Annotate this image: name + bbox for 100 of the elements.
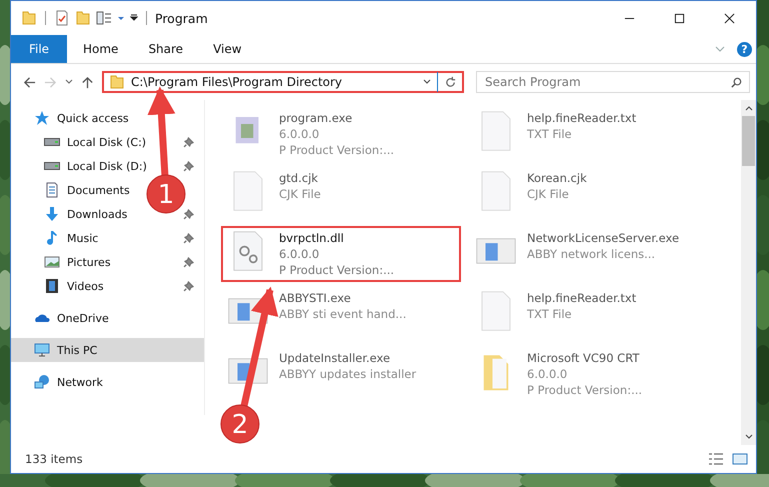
search-icon	[730, 76, 743, 89]
music-icon	[44, 230, 60, 246]
nav-label: Music	[67, 232, 98, 244]
file-detail: CJK File	[527, 186, 570, 202]
scroll-up-icon[interactable]	[744, 105, 752, 111]
file-detail: P Product Version:...	[279, 142, 394, 158]
file-item[interactable]: Korean.cjk CJK File	[469, 166, 709, 222]
dropdown-icon[interactable]	[423, 79, 431, 85]
file-detail: TXT File	[527, 306, 573, 322]
details-view-icon[interactable]	[708, 452, 724, 466]
file-name: Microsoft VC90 CRT	[527, 350, 640, 366]
file-detail: 6.0.0.0	[527, 366, 568, 382]
network-icon	[34, 374, 50, 390]
up-arrow-icon[interactable]	[81, 76, 94, 88]
search-field[interactable]: Search Program	[476, 71, 750, 93]
help-icon[interactable]: ?	[737, 42, 752, 56]
pictures-icon	[44, 254, 60, 270]
address-path: C:\Program Files\Program Directory	[131, 75, 344, 89]
nav-label: This PC	[57, 344, 98, 356]
pin-icon[interactable]	[183, 256, 194, 268]
file-item[interactable]: NetworkLicenseServer.exe ABBY network licens...	[469, 226, 709, 282]
scroll-thumb[interactable]	[742, 116, 755, 166]
nav-label: Documents	[67, 184, 130, 196]
caret-icon[interactable]	[117, 14, 125, 22]
videos-icon	[44, 278, 60, 294]
file-detail: P Product Version:...	[527, 382, 642, 398]
pin-icon[interactable]	[183, 208, 194, 220]
nav-item[interactable]: OneDrive	[11, 306, 204, 330]
file-name: program.exe	[279, 110, 354, 126]
file-item[interactable]: UpdateInstaller.exe ABBYY updates installer	[221, 346, 461, 402]
refresh-icon[interactable]	[444, 76, 457, 88]
file-name: Korean.cjk	[527, 170, 587, 186]
nav-label: Pictures	[67, 256, 111, 268]
file-name: UpdateInstaller.exe	[279, 350, 392, 366]
pin-icon[interactable]	[183, 232, 194, 244]
nav-item[interactable]: Pictures	[11, 250, 121, 274]
ribbon-tab[interactable]: Share	[134, 35, 198, 63]
nav-label: Network	[57, 376, 103, 388]
nav-label: Quick access	[57, 112, 129, 124]
pin-icon[interactable]	[183, 280, 194, 292]
file-item[interactable]: help.fineReader.txt TXT File	[469, 286, 709, 342]
file-detail: 6.0.0.0	[279, 246, 320, 262]
pin-icon[interactable]	[183, 160, 194, 172]
scroll-down-icon[interactable]	[744, 434, 752, 440]
nav-item[interactable]: Videos	[11, 274, 114, 298]
nav-label: Local Disk (D:)	[67, 160, 147, 172]
file-item[interactable]: program.exe 6.0.0.0 P Product Version:...	[221, 106, 461, 162]
nav-label: Local Disk (C:)	[67, 136, 146, 148]
pin-icon[interactable]	[183, 136, 194, 148]
star-icon	[34, 110, 50, 126]
pc-icon	[34, 342, 50, 358]
nav-item[interactable]: Local Disk (D:)	[11, 154, 157, 178]
customize-icon[interactable]	[130, 14, 138, 22]
file-detail: 6.0.0.0	[279, 126, 320, 142]
file-item[interactable]: Microsoft VC90 CRT 6.0.0.0 P Product Version:...	[469, 346, 709, 402]
nav-item[interactable]: Music	[11, 226, 108, 250]
file-name: NetworkLicenseServer.exe	[527, 230, 680, 246]
file-name: ABBYSTI.exe	[279, 290, 352, 306]
file-item[interactable]: help.fineReader.txt TXT File	[469, 106, 709, 162]
nav-label: Downloads	[67, 208, 128, 220]
ribbon-tab[interactable]: Home	[69, 35, 132, 63]
file-item[interactable]: gtd.cjk CJK File	[221, 166, 461, 222]
file-detail: CJK File	[279, 186, 321, 202]
back-arrow-icon[interactable]	[23, 76, 36, 88]
file-detail: TXT File	[527, 126, 573, 142]
step-number: 1	[158, 180, 174, 210]
file-name: bvrpctln.dll	[279, 230, 345, 246]
item-count: 133 items	[25, 452, 83, 466]
checklist-icon[interactable]	[54, 10, 70, 26]
properties-icon[interactable]	[96, 10, 112, 26]
file-detail: ABBY network licens...	[527, 246, 656, 262]
file-name: gtd.cjk	[279, 170, 319, 186]
step-number: 2	[232, 410, 248, 440]
nav-item[interactable]: This PC	[11, 338, 204, 362]
nav-item[interactable]: Documents	[11, 178, 140, 202]
download-icon	[44, 206, 60, 222]
file-name: help.fineReader.txt	[527, 290, 636, 306]
drive-icon	[44, 138, 60, 146]
file-item[interactable]: ABBYSTI.exe ABBY sti event hand...	[221, 286, 461, 342]
file-name: help.fineReader.txt	[527, 110, 636, 126]
nav-label: Videos	[67, 280, 104, 292]
large-icons-view-icon[interactable]	[732, 452, 748, 466]
file-menu-button[interactable]: File	[11, 35, 67, 63]
drive-icon	[44, 162, 60, 170]
expand-ribbon-icon[interactable]	[715, 46, 725, 52]
nav-item[interactable]: Downloads	[11, 202, 138, 226]
documents-icon	[44, 182, 60, 198]
window-title: Program	[155, 10, 208, 26]
file-item[interactable]: bvrpctln.dll 6.0.0.0 P Product Version:...	[221, 226, 461, 282]
file-detail: ABBYY updates installer	[279, 366, 416, 382]
nav-label: OneDrive	[57, 312, 109, 324]
nav-item[interactable]: Quick access	[11, 106, 204, 130]
file-detail: P Product Version:...	[279, 262, 394, 278]
nav-item[interactable]: Local Disk (C:)	[11, 130, 156, 154]
scrollbar[interactable]	[741, 100, 756, 445]
address-bar[interactable]: C:\Program Files\Program Directory	[102, 71, 464, 93]
nav-item[interactable]: Network	[11, 370, 204, 394]
folder-icon	[109, 74, 125, 90]
ribbon-tab[interactable]: View	[199, 35, 256, 63]
dropdown-icon[interactable]	[65, 79, 73, 85]
